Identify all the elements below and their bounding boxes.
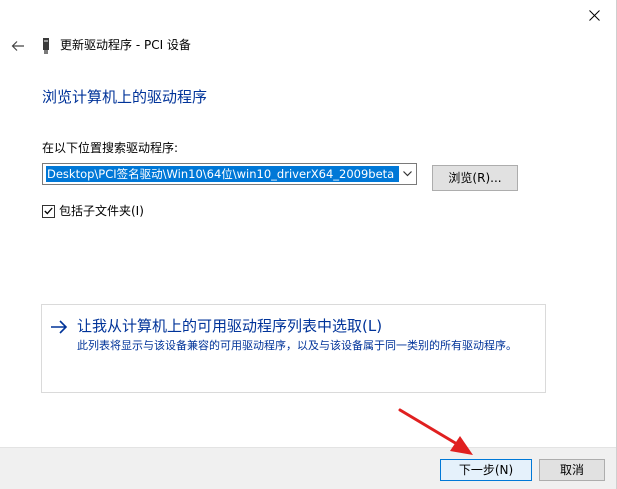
search-location-value[interactable]: Desktop\PCI签名驱动\Win10\64位\win10_driverX6… <box>46 166 399 182</box>
search-location-combobox[interactable]: Desktop\PCI签名驱动\Win10\64位\win10_driverX6… <box>42 163 417 185</box>
chevron-down-icon <box>402 171 412 177</box>
window-title: 更新驱动程序 - PCI 设备 <box>60 38 191 52</box>
cancel-button[interactable]: 取消 <box>539 459 605 481</box>
checkmark-icon <box>44 207 53 215</box>
close-button[interactable] <box>571 0 617 30</box>
pci-device-icon <box>43 38 49 54</box>
page-heading: 浏览计算机上的驱动程序 <box>42 88 208 106</box>
include-subfolders-checkbox[interactable] <box>42 204 55 218</box>
search-location-label: 在以下位置搜索驱动程序: <box>42 141 179 155</box>
include-subfolders-option[interactable]: 包括子文件夹(I) <box>42 203 144 219</box>
driver-update-window: 更新驱动程序 - PCI 设备 浏览计算机上的驱动程序 在以下位置搜索驱动程序:… <box>0 0 617 489</box>
combobox-dropdown-button[interactable] <box>401 168 413 180</box>
annotation-arrow <box>398 408 473 455</box>
next-button[interactable]: 下一步(N) <box>440 459 532 481</box>
close-icon <box>588 9 600 21</box>
browse-button[interactable]: 浏览(R)... <box>432 165 518 191</box>
arrow-right-icon <box>51 320 68 334</box>
pick-from-list-description: 此列表将显示与该设备兼容的可用驱动程序，以及与该设备属于同一类别的所有驱动程序。 <box>77 339 517 352</box>
pick-from-list-option[interactable]: 让我从计算机上的可用驱动程序列表中选取(L) 此列表将显示与该设备兼容的可用驱动… <box>41 304 546 393</box>
annotation-arrow-shaft <box>398 408 464 449</box>
include-subfolders-label: 包括子文件夹(I) <box>59 204 144 218</box>
back-button[interactable] <box>8 36 28 56</box>
back-arrow-icon <box>11 41 24 51</box>
pick-from-list-title[interactable]: 让我从计算机上的可用驱动程序列表中选取(L) <box>77 316 382 336</box>
